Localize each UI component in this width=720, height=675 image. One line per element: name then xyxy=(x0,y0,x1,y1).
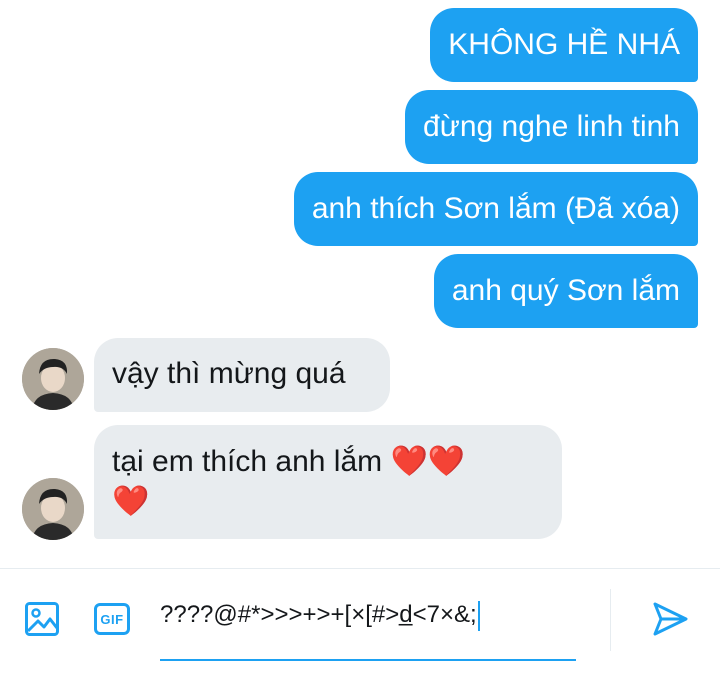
input-underline xyxy=(160,659,576,661)
message-text: ❤️ xyxy=(112,485,150,518)
send-button[interactable] xyxy=(648,597,692,641)
text-caret xyxy=(477,600,480,631)
message-input[interactable]: ????@#*>>>+>+[×[#>d̲<7×&; xyxy=(160,597,576,633)
avatar-photo xyxy=(22,478,84,540)
received-message[interactable]: tại em thích anh lắm ❤️❤️ ❤️ xyxy=(94,425,562,539)
composer-separator xyxy=(610,589,611,651)
sent-message[interactable]: anh thích Sơn lắm (Đã xóa) xyxy=(293,172,698,246)
message-text: anh quý Sơn lắm xyxy=(451,274,680,307)
add-gif-button[interactable]: GIF xyxy=(92,601,132,637)
message-input-value: ????@#*>>>+>+[×[#>d̲<7×&; xyxy=(160,601,477,628)
avatar-photo xyxy=(22,348,84,410)
gif-label: GIF xyxy=(100,611,124,627)
received-message[interactable]: vậy thì mừng quá xyxy=(94,338,390,412)
message-text: KHÔNG HỀ NHÁ xyxy=(448,28,680,61)
gif-icon: GIF xyxy=(94,603,130,635)
image-icon xyxy=(25,602,59,636)
sent-message[interactable]: đừng nghe linh tinh xyxy=(405,90,698,164)
sent-message[interactable]: anh quý Sơn lắm xyxy=(433,254,698,328)
conversation-thread: KHÔNG HỀ NHÁ đừng nghe linh tinh anh thí… xyxy=(0,0,720,568)
message-text: tại em thích anh lắm ❤️❤️ xyxy=(112,445,466,478)
message-text: vậy thì mừng quá xyxy=(112,357,346,390)
message-composer: GIF ????@#*>>>+>+[×[#>d̲<7×&; xyxy=(0,569,720,675)
message-text: đừng nghe linh tinh xyxy=(423,110,680,143)
message-text: anh thích Sơn lắm (Đã xóa) xyxy=(311,192,680,225)
send-icon xyxy=(653,602,688,636)
avatar[interactable] xyxy=(22,478,84,540)
sent-message[interactable]: KHÔNG HỀ NHÁ xyxy=(430,8,698,82)
add-image-button[interactable] xyxy=(22,599,62,639)
avatar[interactable] xyxy=(22,348,84,410)
